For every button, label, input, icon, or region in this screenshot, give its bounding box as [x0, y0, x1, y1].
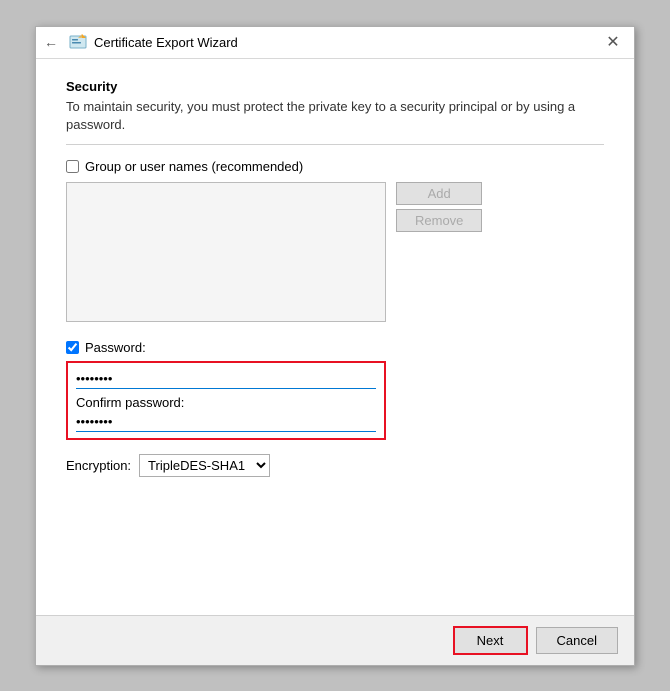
- group-checkbox-row: Group or user names (recommended): [66, 159, 604, 174]
- list-buttons: Add Remove: [396, 182, 482, 232]
- back-button[interactable]: ←: [44, 34, 58, 50]
- encryption-dropdown[interactable]: TripleDES-SHA1 AES256-SHA256: [139, 454, 270, 477]
- section-divider: [66, 144, 604, 145]
- encryption-row: Encryption: TripleDES-SHA1 AES256-SHA256: [66, 454, 604, 477]
- list-area: Add Remove: [66, 182, 604, 336]
- password-fields-container: Confirm password:: [66, 361, 386, 440]
- wizard-icon: [68, 32, 88, 52]
- password-label: Password:: [85, 340, 146, 355]
- dialog-title: Certificate Export Wizard: [94, 35, 238, 50]
- group-checkbox-label: Group or user names (recommended): [85, 159, 303, 174]
- certificate-export-wizard-dialog: ← Certificate Export Wizard ✕ Security T…: [35, 26, 635, 666]
- encryption-label: Encryption:: [66, 458, 131, 473]
- remove-button[interactable]: Remove: [396, 209, 482, 232]
- group-checkbox[interactable]: [66, 160, 79, 173]
- password-input[interactable]: [76, 369, 376, 389]
- title-bar-left: ← Certificate Export Wizard: [44, 32, 238, 52]
- next-button[interactable]: Next: [453, 626, 528, 655]
- password-checkbox-row: Password:: [66, 340, 604, 355]
- password-checkbox[interactable]: [66, 341, 79, 354]
- section-description: To maintain security, you must protect t…: [66, 98, 604, 134]
- confirm-password-label: Confirm password:: [76, 395, 376, 410]
- close-button[interactable]: ✕: [600, 29, 626, 55]
- section-title: Security: [66, 79, 604, 94]
- title-bar: ← Certificate Export Wizard ✕: [36, 27, 634, 59]
- add-button[interactable]: Add: [396, 182, 482, 205]
- confirm-password-input[interactable]: [76, 412, 376, 432]
- footer: Next Cancel: [36, 615, 634, 665]
- password-section: Password: Confirm password:: [66, 340, 604, 440]
- cancel-button[interactable]: Cancel: [536, 627, 618, 654]
- main-content: Security To maintain security, you must …: [36, 59, 634, 615]
- users-listbox[interactable]: [66, 182, 386, 322]
